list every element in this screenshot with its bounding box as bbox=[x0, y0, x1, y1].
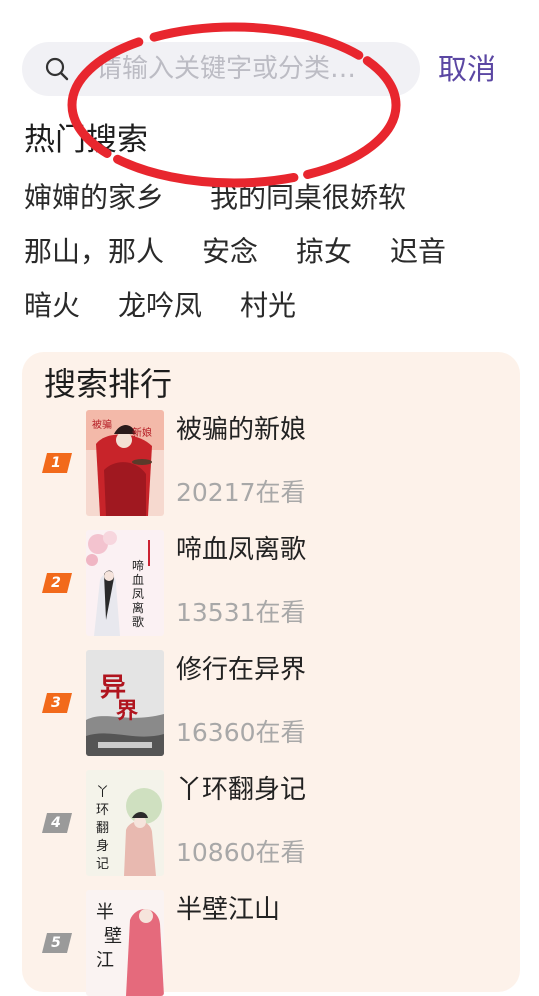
hot-search-tag[interactable]: 安念 bbox=[202, 232, 258, 272]
hot-search-tag[interactable]: 龙吟凤 bbox=[118, 286, 202, 326]
reader-count: 13531在看 bbox=[176, 598, 306, 627]
svg-text:身: 身 bbox=[96, 838, 109, 854]
svg-text:离: 离 bbox=[132, 600, 144, 615]
ranking-item[interactable]: 1 被骗 新娘 被骗的新娘 20217在看 bbox=[22, 410, 520, 516]
book-cover: 被骗 新娘 bbox=[86, 410, 164, 516]
book-cover: 啼 血 凤 离 歌 bbox=[86, 530, 164, 636]
book-cover: 半 壁 江 bbox=[86, 890, 164, 996]
hot-search-row: 婶婶的家乡 我的同桌很娇软 bbox=[24, 178, 444, 218]
cancel-button[interactable]: 取消 bbox=[438, 51, 496, 87]
search-icon bbox=[44, 56, 70, 82]
hot-search-tag[interactable]: 婶婶的家乡 bbox=[24, 178, 164, 218]
rank-badge: 5 bbox=[42, 933, 72, 953]
rank-badge: 2 bbox=[42, 573, 72, 593]
ranking-item[interactable]: 4 丫 环 翻 身 记 丫环翻身记 10860在看 bbox=[22, 770, 520, 876]
hot-search-tag[interactable]: 迟音 bbox=[390, 232, 446, 272]
hot-search-tag[interactable]: 我的同桌很娇软 bbox=[210, 178, 406, 218]
ranking-item[interactable]: 3 异 界 修行在异界 16360在看 bbox=[22, 650, 520, 756]
svg-text:壁: 壁 bbox=[104, 926, 122, 947]
rank-badge: 3 bbox=[42, 693, 72, 713]
svg-text:环: 环 bbox=[96, 803, 109, 818]
book-cover: 丫 环 翻 身 记 bbox=[86, 770, 164, 876]
svg-text:歌: 歌 bbox=[132, 614, 144, 629]
svg-text:界: 界 bbox=[116, 698, 138, 724]
hot-search-row: 那山，那人 安念 掠女 迟音 bbox=[24, 232, 484, 272]
rank-number: 4 bbox=[51, 815, 61, 831]
book-title: 被骗的新娘 bbox=[176, 415, 307, 445]
rank-number: 5 bbox=[51, 935, 61, 951]
search-input[interactable] bbox=[96, 42, 414, 96]
svg-text:新娘: 新娘 bbox=[132, 426, 152, 439]
hot-search-tag[interactable]: 暗火 bbox=[24, 286, 80, 326]
book-title: 丫环翻身记 bbox=[176, 775, 307, 805]
ranking-item[interactable]: 5 半 壁 江 半壁江山 bbox=[22, 890, 520, 996]
reader-count: 16360在看 bbox=[176, 718, 306, 747]
rank-badge: 4 bbox=[42, 813, 72, 833]
ranking-title: 搜索排行 bbox=[44, 365, 173, 403]
hot-search-tag[interactable]: 村光 bbox=[240, 286, 296, 326]
svg-text:凤: 凤 bbox=[132, 587, 144, 601]
svg-text:记: 记 bbox=[96, 857, 109, 872]
hot-search-tag[interactable]: 那山，那人 bbox=[24, 232, 164, 272]
reader-count: 20217在看 bbox=[176, 478, 306, 507]
search-bar[interactable] bbox=[22, 42, 420, 96]
reader-count: 10860在看 bbox=[176, 838, 306, 867]
rank-badge: 1 bbox=[42, 453, 72, 473]
hot-search-title: 热门搜索 bbox=[24, 122, 148, 158]
rank-number: 3 bbox=[51, 695, 61, 711]
book-cover: 异 界 bbox=[86, 650, 164, 756]
hot-search-row: 暗火 龙吟凤 村光 bbox=[24, 286, 334, 326]
book-title: 啼血凤离歌 bbox=[176, 535, 307, 565]
svg-text:翻: 翻 bbox=[96, 821, 109, 836]
book-title: 半壁江山 bbox=[176, 895, 281, 925]
search-ranking-card: 搜索排行 1 被骗 新娘 被骗的新娘 20217在看 2 啼 血 凤 离 歌 啼… bbox=[22, 352, 520, 996]
svg-text:丫: 丫 bbox=[96, 785, 109, 800]
rank-number: 2 bbox=[51, 575, 61, 591]
svg-text:江: 江 bbox=[96, 950, 114, 971]
svg-text:被骗: 被骗 bbox=[92, 418, 112, 431]
svg-text:血: 血 bbox=[132, 573, 144, 587]
book-title: 修行在异界 bbox=[176, 655, 307, 685]
rank-number: 1 bbox=[51, 455, 61, 471]
hot-search-tag[interactable]: 掠女 bbox=[296, 232, 352, 272]
svg-text:啼: 啼 bbox=[132, 558, 144, 573]
ranking-item[interactable]: 2 啼 血 凤 离 歌 啼血凤离歌 13531在看 bbox=[22, 530, 520, 636]
annotation-circle bbox=[67, 22, 401, 188]
svg-text:半: 半 bbox=[96, 902, 114, 923]
